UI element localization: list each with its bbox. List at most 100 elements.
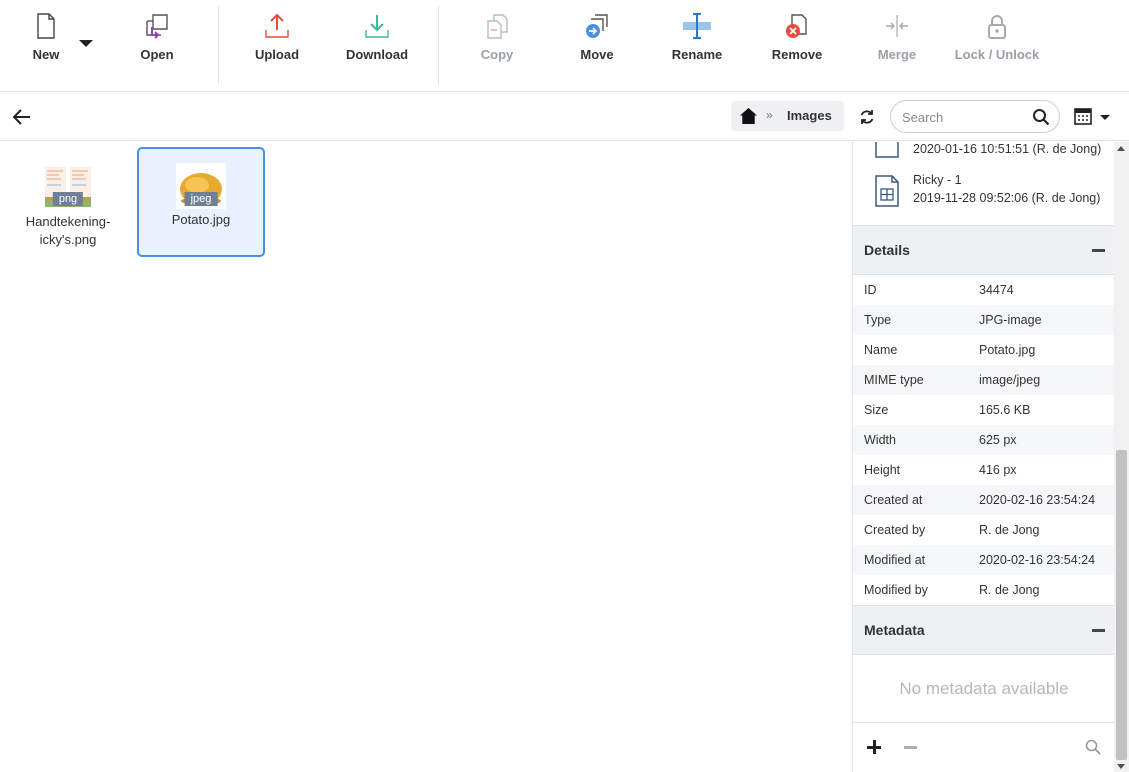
file-list: png Handtekening-icky's.png jpeg Potato.… [0, 142, 852, 772]
document-icon [875, 142, 899, 158]
details-value: image/jpeg [979, 373, 1041, 387]
scrollbar-thumb[interactable] [1116, 450, 1127, 760]
details-row: Created at 2020-02-16 23:54:24 [853, 485, 1114, 515]
details-row: Name Potato.jpg [853, 335, 1114, 365]
search-input[interactable] [902, 108, 1022, 126]
scroll-up-arrow-icon[interactable] [1117, 146, 1125, 151]
search-icon[interactable] [1032, 108, 1050, 126]
refresh-icon[interactable] [857, 107, 877, 127]
details-value: 625 px [979, 433, 1017, 447]
details-panel: 2020-01-16 10:51:51 (R. de Jong) Ricky -… [852, 142, 1114, 772]
merge-button[interactable]: Merge [851, 0, 943, 90]
details-key: Type [864, 313, 892, 327]
open-button[interactable]: Open [111, 0, 203, 90]
metadata-title: Metadata [864, 622, 925, 638]
details-key: Created by [864, 523, 926, 537]
remove-button[interactable]: Remove [751, 0, 843, 90]
remove-icon [786, 14, 807, 38]
lock-unlock-label: Lock / Unlock [954, 47, 1040, 62]
version-item[interactable]: 2020-01-16 10:51:51 (R. de Jong) [853, 142, 1114, 164]
details-row: Created by R. de Jong [853, 515, 1114, 545]
breadcrumb: » Images [731, 101, 844, 131]
file-name: Handtekening-icky's.png [25, 214, 111, 247]
version-item[interactable]: Ricky - 1 2019-11-28 09:52:06 (R. de Jon… [853, 169, 1114, 213]
details-row: Modified at 2020-02-16 23:54:24 [853, 545, 1114, 575]
file-type-badge: jpeg [184, 192, 218, 206]
navigation-bar: » Images [0, 93, 1129, 141]
file-type-badge: png [52, 192, 84, 206]
download-button[interactable]: Download [331, 0, 423, 90]
move-icon [586, 14, 608, 38]
remove-minus-icon[interactable] [904, 746, 917, 749]
file-item[interactable]: png Handtekening-icky's.png [4, 147, 132, 257]
new-file-icon [37, 13, 55, 39]
details-row: Type JPG-image [853, 305, 1114, 335]
search-icon[interactable] [1085, 739, 1101, 755]
home-icon[interactable] [740, 108, 757, 124]
details-key: Modified at [864, 553, 926, 567]
new-label: New [32, 47, 60, 62]
no-metadata-message: No metadata available [899, 679, 1069, 698]
version-date: 2019-11-28 09:52:06 (R. de Jong) [913, 191, 1101, 205]
details-value: JPG-image [979, 313, 1042, 327]
metadata-footer [853, 722, 1114, 772]
details-row: Width 625 px [853, 425, 1114, 455]
download-icon [365, 15, 389, 38]
metadata-section-header[interactable]: Metadata [853, 605, 1114, 655]
details-section-header[interactable]: Details [853, 225, 1114, 275]
details-row: Height 416 px [853, 455, 1114, 485]
collapse-minus-icon[interactable] [1092, 629, 1105, 632]
details-row: ID 34474 [853, 275, 1114, 305]
collapse-minus-icon[interactable] [1092, 249, 1105, 252]
merge-icon [886, 15, 908, 37]
details-value: 2020-02-16 23:54:24 [979, 493, 1096, 507]
move-button[interactable]: Move [551, 0, 643, 90]
breadcrumb-separator: » [766, 108, 773, 122]
details-key: Width [864, 433, 896, 447]
details-row: Size 165.6 KB [853, 395, 1114, 425]
rename-label: Rename [671, 47, 723, 62]
open-label: Open [140, 47, 174, 62]
file-item-selected[interactable]: jpeg Potato.jpg [137, 147, 265, 257]
add-plus-icon[interactable] [867, 740, 883, 756]
rename-icon [683, 13, 711, 39]
details-value: 165.6 KB [979, 403, 1031, 417]
version-date: 2020-01-16 10:51:51 (R. de Jong) [913, 142, 1102, 156]
new-dropdown-caret-icon[interactable] [79, 40, 93, 47]
details-value: Potato.jpg [979, 343, 1036, 357]
lock-unlock-button[interactable]: Lock / Unlock [951, 0, 1043, 90]
copy-icon [487, 14, 508, 39]
details-key: ID [864, 283, 877, 297]
breadcrumb-current[interactable]: Images [787, 108, 832, 123]
details-value: 416 px [979, 463, 1017, 477]
details-value: R. de Jong [979, 583, 1040, 597]
details-key: Size [864, 403, 889, 417]
merge-label: Merge [877, 47, 917, 62]
details-value: 34474 [979, 283, 1014, 297]
spreadsheet-document-icon [875, 175, 899, 207]
rename-button[interactable]: Rename [651, 0, 743, 90]
scroll-down-arrow-icon[interactable] [1117, 764, 1125, 769]
remove-label: Remove [771, 47, 823, 62]
back-arrow-icon[interactable] [10, 105, 34, 129]
lock-icon [988, 15, 1006, 39]
move-label: Move [580, 47, 614, 62]
file-name: Potato.jpg [171, 212, 231, 227]
toolbar-divider [218, 6, 219, 84]
details-key: Height [864, 463, 901, 477]
copy-button[interactable]: Copy [451, 0, 543, 90]
upload-label: Upload [254, 47, 300, 62]
details-key: Name [864, 343, 898, 357]
details-key: Created at [864, 493, 923, 507]
details-value: R. de Jong [979, 523, 1040, 537]
details-title: Details [864, 242, 910, 258]
toolbar: New Open Upload Download Copy Move Renam… [0, 0, 1129, 92]
upload-button[interactable]: Upload [231, 0, 323, 90]
search-box [890, 100, 1060, 133]
view-mode-calendar-icon[interactable] [1073, 106, 1113, 128]
details-row: Modified by R. de Jong [853, 575, 1114, 605]
details-key: Modified by [864, 583, 928, 597]
version-name: Ricky - 1 [913, 173, 962, 187]
details-key: MIME type [864, 373, 924, 387]
details-value: 2020-02-16 23:54:24 [979, 553, 1096, 567]
